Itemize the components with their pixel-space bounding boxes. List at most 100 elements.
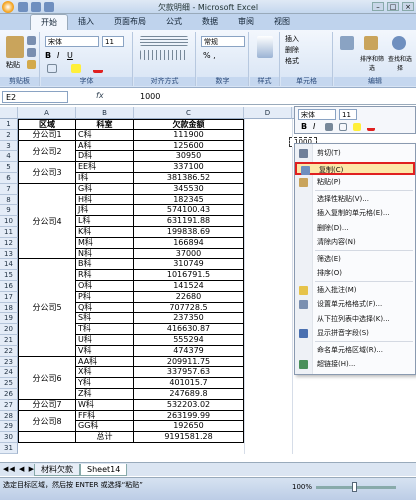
menu-item-delete[interactable]: 删除(D)... [295,222,415,235]
column-header-b[interactable]: B [76,107,134,119]
tab-data[interactable]: 数据 [192,14,228,30]
amount-cell[interactable]: 631191.88 [134,216,244,227]
department-cell[interactable]: O科 [76,281,134,292]
mini-italic-button[interactable]: I [313,122,315,131]
amount-cell[interactable]: 22680 [134,291,244,303]
row-header[interactable]: 3 [0,140,18,152]
department-cell[interactable]: V科 [76,345,134,357]
row-header[interactable]: 17 [0,291,18,303]
amount-cell[interactable]: 37000 [134,248,244,260]
row-header[interactable]: 9 [0,205,18,217]
department-cell[interactable]: FF科 [76,410,134,422]
mini-fill-icon[interactable] [353,123,361,131]
department-cell[interactable]: AA科 [76,356,134,368]
menu-item-clear-contents[interactable]: 清除内容(N) [295,236,415,249]
amount-cell[interactable]: 474379 [134,345,244,357]
region-cell[interactable]: 分公司6 [18,356,76,400]
row-header[interactable]: 16 [0,281,18,292]
region-cell[interactable]: 分公司3 [18,162,76,184]
department-cell[interactable]: H科 [76,194,134,206]
header-department[interactable]: 科室 [76,119,134,130]
delete-cells-button[interactable]: 删除 [285,45,299,55]
department-cell[interactable]: M科 [76,237,134,249]
total-blank-cell[interactable] [18,432,76,443]
menu-item-format-cells[interactable]: 设置单元格格式(F)... [295,298,415,311]
align-icons[interactable] [140,36,188,46]
find-icon[interactable] [392,36,406,50]
row-header[interactable]: 18 [0,302,18,314]
sum-icon[interactable] [340,36,354,50]
row-header[interactable]: 12 [0,237,18,249]
amount-cell[interactable]: 401015.7 [134,378,244,389]
mini-font-color-icon[interactable] [367,123,375,131]
menu-item-name-range[interactable]: 命名单元格区域(R)... [295,344,415,357]
minimize-button[interactable]: – [372,2,384,11]
tab-home[interactable]: 开始 [30,14,68,30]
mini-font-select[interactable]: 宋体 [298,109,336,120]
sheet-tab-materials[interactable]: 材料欠款 [34,464,80,476]
row-header[interactable]: 31 [0,443,18,454]
amount-cell[interactable]: 125600 [134,140,244,152]
region-cell[interactable]: 分公司2 [18,140,76,163]
indent-icons[interactable] [140,50,188,60]
amount-cell[interactable]: 574100.43 [134,205,244,217]
amount-cell[interactable]: 337100 [134,162,244,173]
copy-icon[interactable] [27,48,36,57]
row-header[interactable]: 10 [0,216,18,227]
amount-cell[interactable]: 141524 [134,281,244,292]
insert-cells-button[interactable]: 插入 [285,34,299,44]
sort-filter-button[interactable]: 排序和筛选 [358,54,386,72]
region-cell[interactable]: 分公司7 [18,399,76,411]
border-icon[interactable] [47,64,57,73]
department-cell[interactable]: C科 [76,129,134,141]
fill-color-icon[interactable] [71,64,81,73]
tab-view[interactable]: 视图 [264,14,300,30]
mini-bold-button[interactable]: B [301,122,307,131]
find-select-button[interactable]: 查找和选择 [386,54,414,72]
row-header[interactable]: 5 [0,162,18,173]
department-cell[interactable]: T科 [76,324,134,335]
menu-item-insert-copied-cells[interactable]: 插入复制的单元格(E)... [295,207,415,220]
department-cell[interactable]: D科 [76,151,134,163]
sheet-tab-sheet14[interactable]: Sheet14 [80,464,128,476]
amount-cell[interactable]: 166894 [134,237,244,249]
menu-item-sort[interactable]: 排序(O) [295,267,415,280]
menu-item-show-pinyin[interactable]: 显示拼音字段(S) [295,327,415,340]
format-cells-button[interactable]: 格式 [285,56,299,66]
cut-icon[interactable] [27,36,36,45]
row-header[interactable]: 2 [0,129,18,141]
row-header[interactable]: 13 [0,248,18,260]
department-cell[interactable]: EE科 [76,162,134,173]
amount-cell[interactable]: 345530 [134,183,244,195]
percent-button[interactable]: % , [203,51,216,60]
tab-insert[interactable]: 插入 [68,14,104,30]
row-header[interactable]: 24 [0,367,18,379]
amount-cell[interactable]: 381386.52 [134,173,244,184]
mini-align-icon[interactable] [325,123,333,131]
zoom-slider-knob[interactable] [352,482,357,492]
row-header[interactable]: 20 [0,324,18,335]
column-header-a[interactable]: A [18,107,76,119]
department-cell[interactable]: Q科 [76,302,134,314]
row-header[interactable]: 6 [0,173,18,184]
column-header-c[interactable]: C [134,107,244,119]
number-format-select[interactable]: 常规 [201,36,245,47]
row-header[interactable]: 21 [0,335,18,346]
amount-cell[interactable]: 247689.8 [134,389,244,400]
tab-review[interactable]: 审阅 [228,14,264,30]
amount-cell[interactable]: 182345 [134,194,244,206]
row-header[interactable]: 23 [0,356,18,368]
department-cell[interactable]: W科 [76,399,134,411]
row-header[interactable]: 7 [0,183,18,195]
row-header[interactable]: 22 [0,345,18,357]
mini-size-select[interactable]: 11 [339,109,357,120]
total-value[interactable]: 9191581.28 [134,432,244,443]
row-header[interactable]: 27 [0,399,18,411]
department-cell[interactable]: G科 [76,183,134,195]
department-cell[interactable]: I科 [76,173,134,184]
amount-cell[interactable]: 337957.63 [134,367,244,379]
row-header[interactable]: 4 [0,151,18,163]
tab-formulas[interactable]: 公式 [156,14,192,30]
amount-cell[interactable]: 209911.75 [134,356,244,368]
row-header[interactable]: 15 [0,270,18,281]
